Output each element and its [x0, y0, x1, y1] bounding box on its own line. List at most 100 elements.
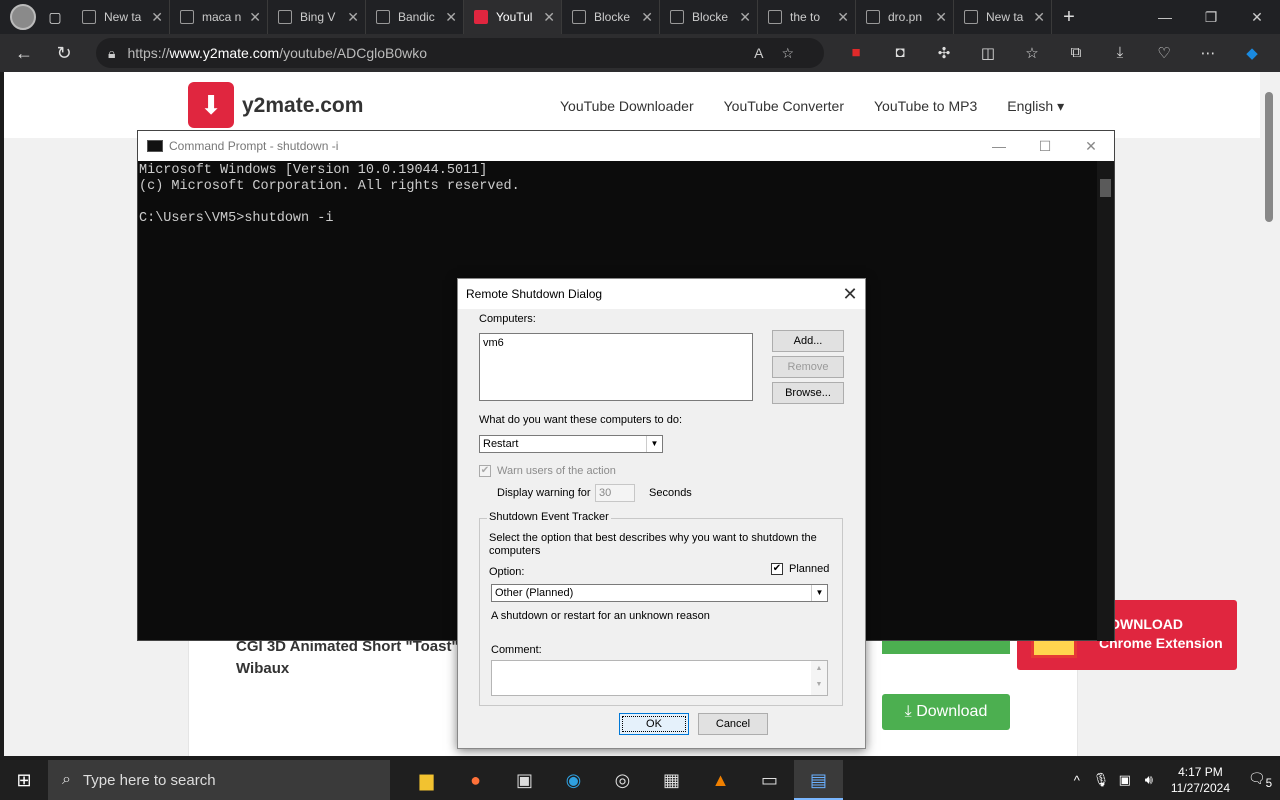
minimize-button[interactable]: — [976, 138, 1022, 155]
close-icon[interactable]: ✕ [1033, 9, 1045, 26]
close-icon[interactable]: ✕ [935, 9, 947, 26]
browser-tab[interactable]: Bing V ✕ [268, 0, 366, 34]
file-explorer-icon[interactable]: ▆ [402, 760, 451, 800]
warning-seconds-input[interactable]: 30 [595, 484, 635, 502]
close-icon[interactable]: ✕ [837, 9, 849, 26]
video-title: CGI 3D Animated Short "Toast" Wibaux [236, 638, 459, 677]
browser-tab[interactable]: New ta ✕ [72, 0, 170, 34]
browser-tab[interactable]: New ta ✕ [954, 0, 1052, 34]
performance-icon[interactable]: ♡ [1142, 44, 1186, 62]
option-select[interactable]: Other (Planned) ▼ [491, 584, 828, 602]
cmd-titlebar[interactable]: Command Prompt - shutdown -i — ☐ ✕ [138, 131, 1114, 161]
nav-youtube-to-mp3[interactable]: YouTube to MP3 [874, 98, 977, 115]
cmd-scroll-thumb[interactable] [1100, 179, 1111, 197]
back-button[interactable]: ← [8, 37, 40, 69]
planned-checkbox[interactable]: ✔ [771, 563, 783, 575]
url-input[interactable]: 🔒︎ https://www.y2mate.com/youtube/ADCglo… [96, 38, 824, 68]
site-header: ⬇ y2mate.com YouTube Downloader YouTube … [4, 72, 1260, 138]
computer-item[interactable]: vm6 [483, 337, 504, 349]
add-button[interactable]: Add... [772, 330, 844, 352]
terminal-icon[interactable]: ▭ [745, 760, 794, 800]
cmd-title: Command Prompt - shutdown -i [169, 139, 339, 153]
firefox-icon[interactable]: ● [451, 760, 500, 800]
chevron-up-icon[interactable]: ^ [1065, 773, 1089, 788]
extension-icon[interactable]: ■ [834, 44, 878, 62]
notification-icon[interactable]: 🗨︎5 [1240, 770, 1280, 790]
more-menu-icon[interactable]: ⋯ [1186, 44, 1230, 62]
copilot-icon[interactable]: ◆ [1230, 44, 1274, 62]
language-dropdown[interactable]: English ▾ [1007, 98, 1064, 115]
extension-icon[interactable]: ◘ [878, 44, 922, 62]
browser-tab[interactable]: the to ✕ [758, 0, 856, 34]
dialog-titlebar[interactable]: Remote Shutdown Dialog ✕ [458, 279, 865, 309]
page-scrollbar[interactable] [1260, 72, 1280, 756]
nav-youtube-converter[interactable]: YouTube Converter [724, 98, 844, 115]
edge-icon[interactable]: ◉ [549, 760, 598, 800]
close-icon[interactable]: ✕ [641, 9, 653, 26]
close-icon[interactable]: ✕ [835, 284, 865, 305]
maximize-button[interactable]: ☐ [1022, 138, 1068, 155]
scroll-thumb[interactable] [1265, 92, 1273, 222]
taskbar-search[interactable]: ⌕ Type here to search [48, 760, 390, 800]
close-window-button[interactable]: ✕ [1234, 0, 1280, 34]
volume-icon[interactable]: 🔊︎ [1137, 772, 1161, 788]
media-app-icon[interactable]: ▣ [500, 760, 549, 800]
close-icon[interactable]: ✕ [347, 9, 359, 26]
browser-tab-active[interactable]: YouTul ✕ [464, 0, 562, 34]
network-icon[interactable]: ▣ [1113, 772, 1137, 788]
warn-users-checkbox[interactable]: ✔ [479, 465, 491, 477]
taskbar: ⊞ ⌕ Type here to search ▆ ● ▣ ◉ ◎ ▦ ▲ ▭ … [0, 760, 1280, 800]
close-icon[interactable]: ✕ [739, 9, 751, 26]
browser-tab[interactable]: Blocke ✕ [562, 0, 660, 34]
close-button[interactable]: ✕ [1068, 138, 1114, 155]
browser-tab[interactable]: Bandic ✕ [366, 0, 464, 34]
url-text: https://www.y2mate.com/youtube/ADCgloB0w… [127, 45, 428, 61]
read-aloud-icon[interactable]: A [754, 45, 781, 61]
browse-button[interactable]: Browse... [772, 382, 844, 404]
ok-button[interactable]: OK [619, 713, 689, 735]
comment-textarea[interactable]: ▲ ▼ [491, 660, 828, 696]
browser-tab[interactable]: maca n ✕ [170, 0, 268, 34]
date: 11/27/2024 [1170, 781, 1230, 795]
cancel-button[interactable]: Cancel [698, 713, 768, 735]
site-name[interactable]: y2mate.com [242, 94, 363, 118]
tab-actions-icon[interactable]: ▢ [44, 6, 66, 28]
favorites-icon[interactable]: ☆ [1010, 44, 1054, 62]
minimize-button[interactable]: — [1142, 0, 1188, 34]
start-button[interactable]: ⊞ [0, 760, 48, 800]
close-icon[interactable]: ✕ [543, 9, 555, 26]
lock-icon[interactable]: 🔒︎ [108, 45, 115, 62]
cmd-scrollbar[interactable] [1097, 161, 1114, 641]
close-icon[interactable]: ✕ [445, 9, 457, 26]
action-select[interactable]: Restart ▼ [479, 435, 663, 453]
profile-avatar[interactable] [10, 4, 36, 30]
collections-icon[interactable]: ⧉ [1054, 44, 1098, 62]
close-icon[interactable]: ✕ [151, 9, 163, 26]
comment-scrollbar[interactable]: ▲ ▼ [811, 661, 827, 695]
obs-icon[interactable]: ◎ [598, 760, 647, 800]
restore-button[interactable]: ❐ [1188, 0, 1234, 34]
microphone-icon[interactable]: 🎙︎ [1089, 772, 1113, 788]
remove-button[interactable]: Remove [772, 356, 844, 378]
remote-shutdown-dialog: Remote Shutdown Dialog ✕ Computers: vm6 … [457, 278, 866, 749]
warn-users-label: Warn users of the action [497, 465, 616, 477]
favorite-star-icon[interactable]: ☆ [781, 45, 812, 61]
image-icon [866, 10, 880, 24]
computers-list[interactable]: vm6 [479, 333, 753, 401]
refresh-button[interactable]: ↻ [48, 37, 80, 69]
nav-youtube-downloader[interactable]: YouTube Downloader [560, 98, 694, 115]
browser-tab[interactable]: dro.pn ✕ [856, 0, 954, 34]
close-icon[interactable]: ✕ [249, 9, 261, 26]
7zip-icon[interactable]: ▦ [647, 760, 696, 800]
split-screen-icon[interactable]: ◫ [966, 44, 1010, 62]
remote-shutdown-taskbar-icon[interactable]: ▤ [794, 760, 843, 800]
new-tab-button[interactable]: + [1052, 6, 1086, 29]
cmd-output[interactable]: Microsoft Windows [Version 10.0.19044.50… [138, 161, 1114, 227]
y2mate-logo[interactable]: ⬇ [188, 82, 234, 128]
downloads-icon[interactable]: ⤓ [1098, 44, 1142, 62]
browser-tab[interactable]: Blocke ✕ [660, 0, 758, 34]
extensions-puzzle-icon[interactable]: ✣ [922, 44, 966, 62]
vlc-icon[interactable]: ▲ [696, 760, 745, 800]
download-button[interactable]: ⤓ Download [882, 694, 1010, 730]
clock[interactable]: 4:17 PM 11/27/2024 [1171, 764, 1230, 796]
